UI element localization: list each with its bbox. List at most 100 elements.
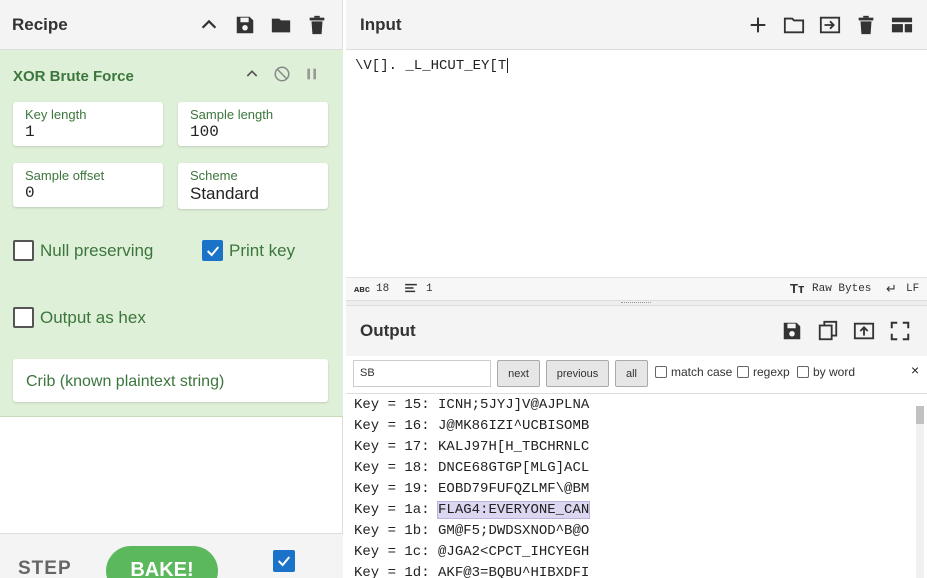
output-line: Key = 1c: @JGA2<CPCT_IHCYEGH [354,542,914,563]
operation-title: XOR Brute Force [13,68,134,85]
output-header: Output [346,306,927,356]
search-input[interactable]: SB [353,360,491,387]
recipe-title: Recipe [12,14,68,34]
collapse-all-chevron-up-icon[interactable] [196,12,222,38]
output-line-text: EOBD79FUFQZLMF\@BM [438,481,590,497]
sample-offset-value[interactable]: 0 [25,184,35,202]
output-line: Key = 1a: FLAG4:EVERYONE_CAN [354,500,914,521]
search-next-button[interactable]: next [497,360,540,387]
output-scrollbar[interactable] [916,406,924,578]
print-key-option[interactable]: Print key [202,240,295,261]
open-file-folder-icon[interactable] [781,12,807,38]
save-output-icon[interactable] [779,318,805,344]
input-eol[interactable]: LF [906,283,919,295]
replace-input-with-output-icon[interactable] [851,318,877,344]
output-line-text: KALJ97H[H_TBCHRNLC [438,439,590,455]
output-line: Key = 18: DNCE68GTGP[MLG]ACL [354,458,914,479]
null-preserving-label: Null preserving [40,240,154,260]
pause-breakpoint-icon[interactable] [301,64,323,84]
lines-icon [404,283,418,296]
output-line-key: Key = 1b: [354,523,430,539]
output-line: Key = 19: EOBD79FUFQZLMF\@BM [354,479,914,500]
sample-offset-field[interactable]: Sample offset 0 [13,163,163,207]
xor-brute-force-operation: XOR Brute Force Key length 1 Sample leng… [0,50,343,417]
clear-recipe-trash-icon[interactable] [304,12,330,38]
output-line-text: @JGA2<CPCT_IHCYEGH [438,544,590,560]
print-key-checkbox[interactable] [202,240,223,261]
disable-operation-icon[interactable] [271,64,293,84]
add-tab-plus-icon[interactable] [745,12,771,38]
eol-return-icon: ↵ [886,281,897,296]
input-text: \V[]. _L_HCUT_EY[T [355,58,507,75]
close-search-icon[interactable]: × [911,362,919,378]
match-case-option[interactable]: match case [655,365,732,379]
sample-offset-label: Sample offset [25,168,105,183]
output-text[interactable]: Key = 15: ICNH;5JYJ]V@AJPLNA Key = 16: J@… [354,395,914,578]
collapse-operation-chevron-icon[interactable] [241,64,263,84]
output-as-hex-checkbox[interactable] [13,307,34,328]
regexp-label: regexp [753,365,790,379]
reset-layout-icon[interactable] [889,12,915,38]
bake-button[interactable]: BAKE! [106,546,218,578]
resize-grip [621,302,651,304]
maximize-output-icon[interactable] [887,318,913,344]
cyberchef-app: Recipe XOR Brute Force Key length 1 Samp… [0,0,927,578]
scheme-value: Standard [190,184,259,203]
output-line-text: J@MK86IZI^UCBISOMB [438,418,590,434]
regexp-checkbox[interactable] [737,366,749,378]
key-length-field[interactable]: Key length 1 [13,102,163,146]
output-line-key: Key = 18: [354,460,430,476]
input-textarea[interactable]: \V[]. _L_HCUT_EY[T [355,58,509,75]
by-word-option[interactable]: by word [797,365,855,379]
output-as-hex-label: Output as hex [40,307,146,327]
output-line: Key = 1d: AKF@3=BQBU^HIBXDFI [354,563,914,578]
match-case-checkbox[interactable] [655,366,667,378]
search-all-button[interactable]: all [615,360,648,387]
match-case-label: match case [671,365,733,379]
clear-input-trash-icon[interactable] [853,12,879,38]
output-line: Key = 15: ICNH;5JYJ]V@AJPLNA [354,395,914,416]
recipe-header: Recipe [0,0,342,50]
regexp-option[interactable]: regexp [737,365,790,379]
save-recipe-icon[interactable] [232,12,258,38]
output-line: Key = 17: KALJ97H[H_TBCHRNLC [354,437,914,458]
highlighted-match: FLAG4:EVERYONE_CAN [437,501,591,519]
by-word-label: by word [813,365,856,379]
print-key-label: Print key [229,240,296,260]
search-previous-button[interactable]: previous [546,360,609,387]
null-preserving-option[interactable]: Null preserving [13,240,153,261]
output-panel: Output SB next previous all match case r… [346,306,927,578]
key-length-value[interactable]: 1 [25,123,35,141]
sample-length-value[interactable]: 100 [190,123,219,141]
output-line-key: Key = 1c: [354,544,430,560]
checkmark-icon [277,556,291,567]
crib-input[interactable]: Crib (known plaintext string) [13,359,328,402]
output-line-text: DNCE68GTGP[MLG]ACL [438,460,590,476]
bake-controls: STEP BAKE! [0,533,343,578]
input-panel: Input \V[]. _L_HCUT_EY[T ᴀʙᴄ 18 1 Tт Raw… [346,0,927,300]
auto-bake-checkbox[interactable] [273,550,295,572]
open-folder-input-icon[interactable] [817,12,843,38]
load-recipe-folder-icon[interactable] [268,12,294,38]
recipe-panel: Recipe XOR Brute Force Key length 1 Samp… [0,0,343,578]
copy-output-icon[interactable] [815,318,841,344]
sample-length-field[interactable]: Sample length 100 [178,102,328,146]
scheme-select[interactable]: Scheme Standard [178,163,328,209]
by-word-checkbox[interactable] [797,366,809,378]
output-line-key: Key = 17: [354,439,430,455]
output-as-hex-option[interactable]: Output as hex [13,307,146,328]
input-lines: 1 [426,283,433,295]
output-line-key: Key = 15: [354,397,430,413]
input-header: Input [346,0,927,50]
output-line: Key = 1b: GM@F5;DWDSXNOD^B@O [354,521,914,542]
sample-length-label: Sample length [190,107,274,122]
text-format-icon[interactable]: Tт [790,281,804,296]
step-button[interactable]: STEP [18,558,72,578]
scrollbar-thumb[interactable] [916,406,924,424]
output-line-text: ICNH;5JYJ]V@AJPLNA [438,397,590,413]
output-title: Output [360,321,416,340]
input-length: 18 [376,283,390,295]
input-format[interactable]: Raw Bytes [812,283,871,295]
null-preserving-checkbox[interactable] [13,240,34,261]
output-line: Key = 16: J@MK86IZI^UCBISOMB [354,416,914,437]
